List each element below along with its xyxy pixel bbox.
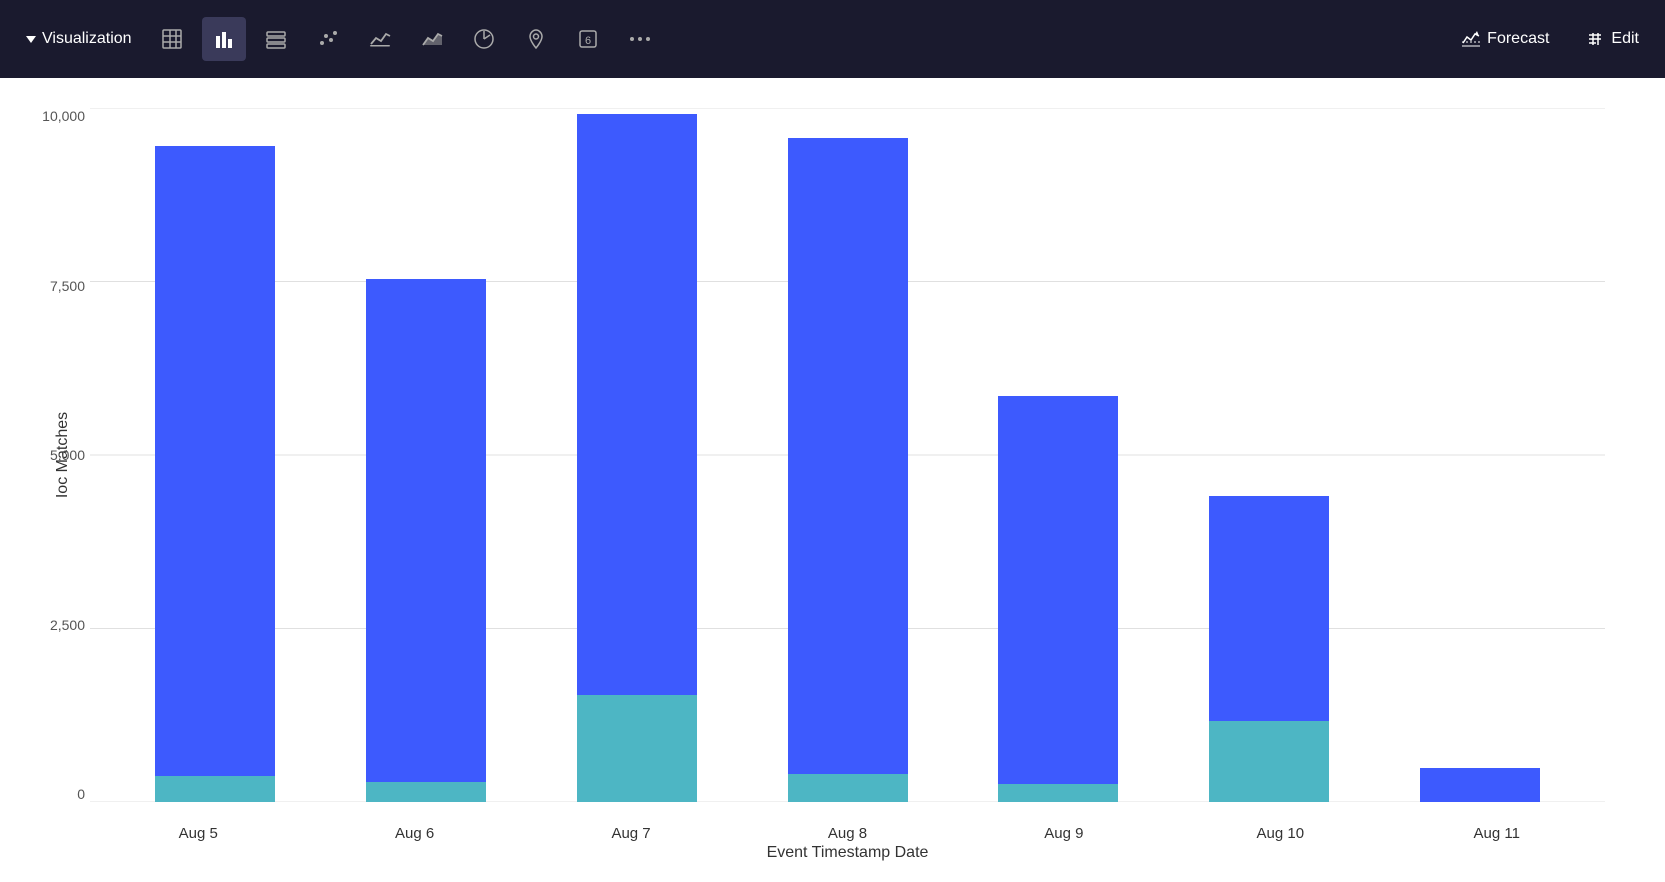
bar-stack-5[interactable] bbox=[1209, 495, 1329, 802]
forecast-icon bbox=[1461, 29, 1481, 49]
x-tick-3: Aug 8 bbox=[739, 825, 955, 842]
bar-blue-3 bbox=[788, 138, 908, 774]
table-icon-btn[interactable] bbox=[150, 17, 194, 61]
forecast-label: Forecast bbox=[1487, 30, 1549, 48]
number-icon-btn[interactable]: 6 bbox=[566, 17, 610, 61]
bar-chart-icon bbox=[213, 28, 235, 50]
bar-blue-2 bbox=[577, 114, 697, 695]
visualization-label: Visualization bbox=[42, 30, 132, 48]
toolbar: Visualization bbox=[0, 0, 1665, 78]
y-tick-4: 10,000 bbox=[30, 108, 85, 124]
x-axis-label: Event Timestamp Date bbox=[767, 844, 929, 862]
chart-area: Ioc Matches Event Timestamp Date 02,5005… bbox=[90, 108, 1605, 802]
bar-stack-6[interactable] bbox=[1420, 768, 1540, 802]
bar-teal-4 bbox=[998, 784, 1118, 803]
chart-container: Ioc Matches Event Timestamp Date 02,5005… bbox=[0, 78, 1665, 882]
number-icon: 6 bbox=[577, 28, 599, 50]
svg-text:6: 6 bbox=[584, 35, 590, 47]
map-icon bbox=[525, 28, 547, 50]
map-icon-btn[interactable] bbox=[514, 17, 558, 61]
area-icon bbox=[421, 28, 443, 50]
bar-group-0 bbox=[110, 108, 321, 802]
table-icon bbox=[161, 28, 183, 50]
y-tick-3: 7,500 bbox=[30, 278, 85, 294]
bar-group-4 bbox=[953, 108, 1164, 802]
x-tick-4: Aug 9 bbox=[956, 825, 1172, 842]
chevron-down-icon bbox=[26, 36, 36, 43]
pie-icon-btn[interactable] bbox=[462, 17, 506, 61]
bar-blue-6 bbox=[1420, 768, 1540, 802]
edit-icon bbox=[1585, 29, 1605, 49]
bar-group-2 bbox=[531, 108, 742, 802]
more-icon bbox=[629, 35, 651, 43]
bar-stack-2[interactable] bbox=[577, 114, 697, 802]
bar-stack-4[interactable] bbox=[998, 396, 1118, 802]
bar-group-3 bbox=[742, 108, 953, 802]
y-tick-2: 5,000 bbox=[30, 447, 85, 463]
bar-stack-0[interactable] bbox=[155, 146, 275, 802]
scatter-icon bbox=[317, 28, 339, 50]
line-icon bbox=[369, 28, 391, 50]
x-tick-5: Aug 10 bbox=[1172, 825, 1388, 842]
bar-blue-5 bbox=[1209, 496, 1329, 722]
stacked-icon bbox=[265, 28, 287, 50]
bar-group-6 bbox=[1374, 108, 1585, 802]
bar-teal-1 bbox=[366, 782, 486, 802]
toolbar-right: Forecast Edit bbox=[1451, 23, 1649, 55]
x-ticks: Aug 5Aug 6Aug 7Aug 8Aug 9Aug 10Aug 11 bbox=[90, 825, 1605, 842]
toolbar-left: Visualization bbox=[16, 17, 1447, 61]
y-ticks: 0 2,500 5,000 7,500 10,000 bbox=[30, 108, 85, 802]
bars-wrapper bbox=[90, 108, 1605, 802]
stacked-icon-btn[interactable] bbox=[254, 17, 298, 61]
area-icon-btn[interactable] bbox=[410, 17, 454, 61]
bar-stack-1[interactable] bbox=[366, 279, 486, 802]
y-tick-1: 2,500 bbox=[30, 617, 85, 633]
bar-group-5 bbox=[1164, 108, 1375, 802]
bar-group-1 bbox=[321, 108, 532, 802]
bar-blue-0 bbox=[155, 146, 275, 776]
bar-teal-0 bbox=[155, 776, 275, 802]
forecast-button[interactable]: Forecast bbox=[1451, 23, 1559, 55]
x-tick-1: Aug 6 bbox=[306, 825, 522, 842]
pie-icon bbox=[473, 28, 495, 50]
more-icon-btn[interactable] bbox=[618, 17, 662, 61]
x-tick-2: Aug 7 bbox=[523, 825, 739, 842]
x-tick-6: Aug 11 bbox=[1389, 825, 1605, 842]
bar-blue-1 bbox=[366, 279, 486, 782]
scatter-icon-btn[interactable] bbox=[306, 17, 350, 61]
edit-label: Edit bbox=[1611, 30, 1639, 48]
bar-teal-3 bbox=[788, 774, 908, 802]
y-tick-0: 0 bbox=[30, 786, 85, 802]
line-icon-btn[interactable] bbox=[358, 17, 402, 61]
bar-teal-2 bbox=[577, 695, 697, 802]
edit-button[interactable]: Edit bbox=[1575, 23, 1649, 55]
bar-chart-icon-btn[interactable] bbox=[202, 17, 246, 61]
bar-teal-5 bbox=[1209, 721, 1329, 802]
bar-blue-4 bbox=[998, 396, 1118, 783]
visualization-dropdown[interactable]: Visualization bbox=[16, 24, 142, 54]
x-tick-0: Aug 5 bbox=[90, 825, 306, 842]
bar-stack-3[interactable] bbox=[788, 138, 908, 802]
